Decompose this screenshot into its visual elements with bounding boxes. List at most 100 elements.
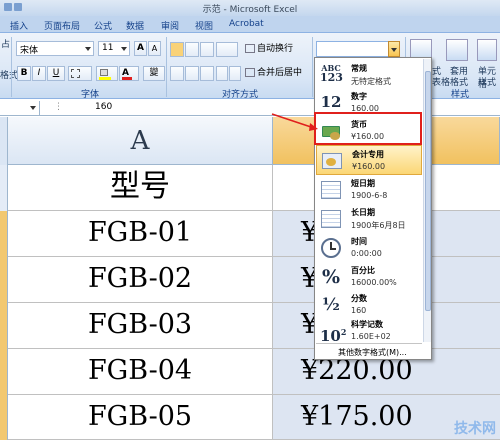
tab-acrobat[interactable]: Acrobat — [227, 18, 266, 33]
fraction-icon: ½ — [322, 295, 340, 315]
scientific-icon: 102 — [320, 327, 347, 345]
group-separator — [11, 37, 12, 97]
fill-color-button[interactable] — [96, 66, 118, 81]
group-separator — [166, 37, 167, 97]
annotation-arrow — [271, 113, 318, 131]
tab-data[interactable]: 数据 — [124, 18, 146, 33]
wrap-text-label: 自动换行 — [257, 44, 294, 54]
format-item-time[interactable]: 时间 0:00:00 — [316, 233, 422, 263]
row-header[interactable] — [0, 257, 8, 303]
merge-center-label: 合并后居中 — [257, 68, 303, 78]
merge-center-button[interactable]: 合并后居中 — [244, 66, 312, 81]
cell-a5[interactable]: FGB-04 — [8, 349, 273, 395]
more-formats-label: 其他数字格式(M)... — [338, 348, 407, 357]
align-right-button[interactable] — [200, 66, 214, 81]
calendar-icon — [320, 207, 342, 231]
align-left-button[interactable] — [170, 66, 184, 81]
decrease-indent-button[interactable] — [216, 66, 228, 81]
align-top-button[interactable] — [170, 42, 184, 57]
group-label-font: 字体 — [80, 90, 99, 100]
name-box[interactable] — [0, 101, 40, 115]
format-name: 科学记数 — [351, 320, 383, 329]
format-item-long-date[interactable]: 长日期 1900年6月8日 — [316, 204, 422, 234]
format-name: 常规 — [351, 64, 367, 73]
tab-insert[interactable]: 插入 — [8, 18, 30, 33]
format-example: ¥160.00 — [352, 162, 386, 171]
abc123-icon: ABC 123 — [320, 63, 343, 84]
format-name: 时间 — [351, 237, 367, 246]
phonetic-icon: 變 — [149, 68, 159, 78]
cell-a1[interactable]: 型号 — [8, 165, 273, 211]
scrollbar-thumb[interactable] — [425, 71, 431, 311]
group-separator — [312, 37, 313, 97]
font-color-swatch — [122, 77, 132, 80]
formula-bar-separator: ⋮ — [54, 102, 63, 112]
tab-review[interactable]: 审阅 — [159, 18, 181, 33]
grow-font-button[interactable]: A — [134, 41, 147, 56]
number-format-dropdown-button[interactable] — [388, 41, 400, 57]
cell-a2[interactable]: FGB-01 — [8, 211, 273, 257]
format-name: 长日期 — [351, 208, 375, 217]
formula-input[interactable]: 160 — [95, 102, 112, 112]
menu-scrollbar[interactable] — [423, 59, 431, 342]
phonetic-button[interactable]: 變 — [143, 66, 165, 81]
font-name-select[interactable]: 宋体 — [16, 41, 94, 56]
cell-a6[interactable]: FGB-05 — [8, 395, 273, 440]
orientation-button[interactable] — [216, 42, 238, 57]
underline-button[interactable]: U — [47, 66, 65, 81]
row-header[interactable] — [0, 395, 8, 440]
format-example: 1900-6-8 — [351, 191, 388, 200]
shrink-font-button[interactable]: A — [148, 41, 161, 56]
style-fragment: 样式 — [478, 78, 497, 88]
border-button[interactable] — [68, 66, 92, 81]
align-middle-button[interactable] — [185, 42, 199, 57]
font-color-button[interactable]: A — [119, 66, 139, 81]
window-title: 示范 - Microsoft Excel — [202, 5, 298, 15]
left-fragment: 占 — [1, 40, 11, 50]
group-label-alignment: 对齐方式 — [221, 90, 258, 100]
chevron-down-icon — [30, 106, 36, 110]
format-item-general[interactable]: ABC 123 常规 无特定格式 — [316, 60, 422, 90]
format-item-scientific[interactable]: 102 科学记数 1.60E+02 — [316, 316, 422, 346]
row-header[interactable] — [0, 165, 8, 211]
left-fragment: 格式 — [0, 71, 19, 81]
wrap-text-button[interactable]: 自动换行 — [244, 42, 304, 57]
align-bottom-button[interactable] — [200, 42, 214, 57]
increase-indent-button[interactable] — [229, 66, 241, 81]
clock-icon — [320, 236, 342, 260]
table-format-icon[interactable] — [446, 39, 468, 61]
fill-color-swatch — [99, 77, 111, 80]
tab-view[interactable]: 视图 — [193, 18, 215, 33]
cell-a3[interactable]: FGB-02 — [8, 257, 273, 303]
format-item-accounting[interactable]: 会计专用 ¥160.00 — [316, 145, 422, 175]
annotation-highlight-box — [314, 112, 422, 145]
font-size-select[interactable]: 11 — [98, 41, 130, 56]
title-bar: 示范 - Microsoft Excel — [0, 0, 500, 16]
group-label-styles: 样式 — [450, 90, 469, 100]
font-name-value: 宋体 — [20, 46, 39, 56]
row-header[interactable] — [0, 211, 8, 257]
format-name: 百分比 — [351, 266, 375, 275]
row-header[interactable] — [0, 303, 8, 349]
italic-button[interactable]: I — [32, 66, 46, 81]
tab-page-layout[interactable]: 页面布局 — [42, 18, 82, 33]
bold-button[interactable]: B — [17, 66, 31, 81]
format-name: 数字 — [351, 92, 367, 101]
ribbon-tabs: 插入 页面布局 公式 数据 审阅 视图 Acrobat — [0, 16, 500, 33]
tab-formulas[interactable]: 公式 — [92, 18, 114, 33]
percent-icon: % — [321, 266, 341, 288]
format-item-short-date[interactable]: 短日期 1900-6-8 — [316, 175, 422, 205]
format-item-percentage[interactable]: % 百分比 16000.00% — [316, 262, 422, 292]
format-example: 160 — [351, 306, 367, 315]
column-header-a[interactable]: A — [8, 117, 273, 165]
format-name: 短日期 — [351, 179, 375, 188]
more-number-formats[interactable]: 其他数字格式(M)... — [316, 343, 422, 359]
select-all-corner[interactable] — [0, 117, 8, 165]
border-icon — [71, 69, 80, 78]
paint-bucket-icon — [100, 69, 108, 76]
chevron-down-icon — [391, 48, 397, 52]
row-header[interactable] — [0, 349, 8, 395]
cell-styles-icon[interactable] — [477, 39, 497, 61]
align-center-button[interactable] — [185, 66, 199, 81]
cell-a4[interactable]: FGB-03 — [8, 303, 273, 349]
